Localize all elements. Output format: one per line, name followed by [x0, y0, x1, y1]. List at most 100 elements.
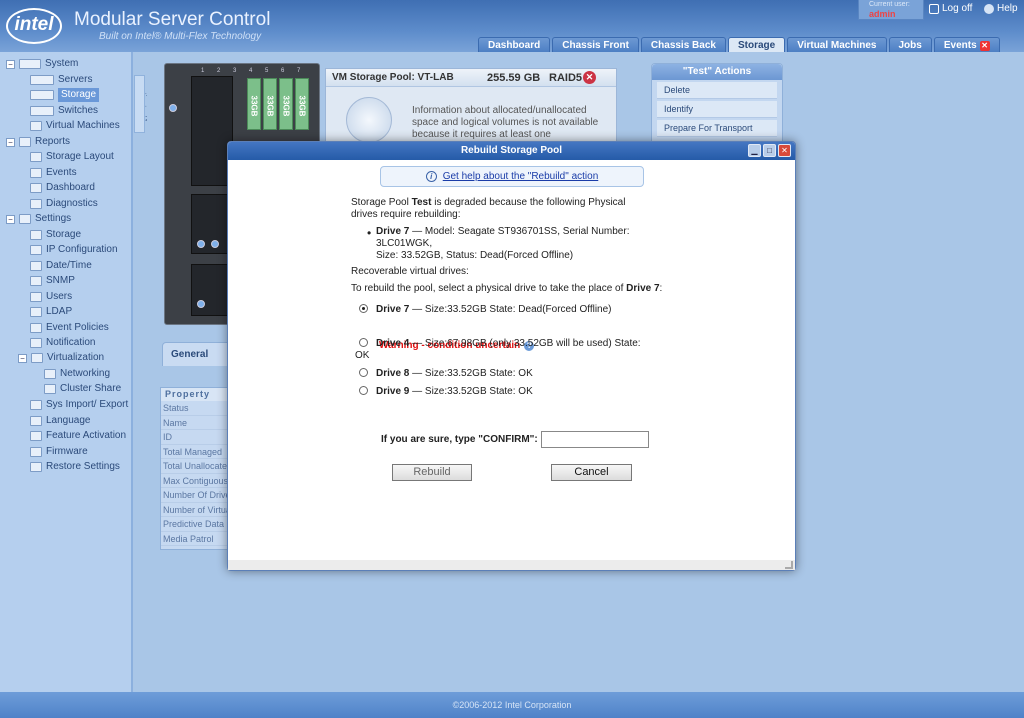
drive-4-radio[interactable]: [359, 338, 368, 347]
networking-icon: [44, 369, 56, 379]
sidebar-item-notification[interactable]: Notification: [30, 336, 95, 350]
drive-slot[interactable]: 33GB: [279, 78, 293, 130]
recoverable-text: Recoverable virtual drives:: [351, 266, 469, 277]
sidebar-item-events[interactable]: Events: [30, 166, 77, 180]
maximize-icon[interactable]: □: [763, 144, 776, 157]
sidebar-item-cluster-share[interactable]: Cluster Share: [44, 382, 121, 396]
bullet: •: [367, 226, 372, 240]
system-icon: [19, 59, 41, 69]
sidebar-item-ip-configuration[interactable]: IP Configuration: [30, 243, 118, 257]
table-row: Total Unallocated: [161, 459, 229, 474]
option-details: — Size:33.52GB State: OK: [409, 368, 533, 379]
sidebar-item-firmware[interactable]: Firmware: [30, 445, 88, 459]
tab-virtual-machines[interactable]: Virtual Machines: [787, 37, 887, 52]
intro-pool-name: Test: [411, 197, 432, 208]
help-link[interactable]: Help: [984, 3, 1018, 14]
logoff-link[interactable]: Log off: [929, 3, 972, 14]
drive-9-radio[interactable]: [359, 386, 368, 395]
drive-7-option: Drive 7 — Size:33.52GB State: Dead(Force…: [376, 304, 612, 316]
drive-7-radio[interactable]: [359, 304, 368, 313]
sidebar-item-storage[interactable]: Storage: [30, 88, 100, 102]
pool-graphic: [346, 97, 392, 143]
actions-title: "Test" Actions: [652, 64, 782, 80]
properties-table: Property Status Name ID Total Managed To…: [160, 387, 230, 550]
sidebar-item-dashboard[interactable]: Dashboard: [30, 181, 95, 195]
help-label: Help: [997, 3, 1018, 14]
rebuild-button[interactable]: Rebuild: [392, 464, 472, 481]
identify-action[interactable]: Identify: [657, 101, 777, 118]
rebuild-help-link[interactable]: Get help about the "Rebuild" action: [443, 171, 599, 182]
sidebar-item-switches[interactable]: Switches: [30, 104, 98, 118]
degraded-drive-details: — Model: Seagate ST936701SS, Serial Numb…: [376, 226, 630, 249]
sidebar-item-restore-settings[interactable]: Restore Settings: [30, 460, 120, 474]
collapse-icon[interactable]: −: [18, 353, 27, 363]
dialog-footer: [228, 560, 795, 570]
tab-chassis-back[interactable]: Chassis Back: [640, 37, 726, 52]
option-drive-name: Drive 4: [376, 338, 410, 349]
tab-storage[interactable]: Storage: [727, 37, 786, 52]
drive-8-option: Drive 8 — Size:33.52GB State: OK: [376, 368, 533, 380]
tab-dashboard[interactable]: Dashboard: [478, 37, 551, 52]
navigation-collapse-handle[interactable]: [134, 75, 145, 133]
drive-slot[interactable]: 33GB: [247, 78, 261, 130]
drive-slot-label: 33GB: [249, 95, 259, 117]
help-icon: [984, 3, 994, 14]
storage-layout-icon: [30, 152, 42, 162]
drive-slot[interactable]: 33GB: [295, 78, 309, 130]
tab-jobs[interactable]: Jobs: [888, 37, 932, 52]
sidebar-item-servers[interactable]: Servers: [30, 73, 92, 87]
sidebar-item-feature-activation[interactable]: Feature Activation: [30, 429, 126, 443]
cancel-button[interactable]: Cancel: [551, 464, 632, 481]
tab-general[interactable]: General: [162, 342, 232, 366]
sidebar-item-snmp[interactable]: SNMP: [30, 274, 75, 288]
sidebar-item-system[interactable]: − System: [6, 57, 78, 71]
page-footer: ©2006-2012 Intel Corporation: [0, 692, 1024, 718]
close-icon[interactable]: ✕: [583, 71, 596, 84]
resize-grip-icon[interactable]: [785, 561, 793, 569]
drive-9-option: Drive 9 — Size:33.52GB State: OK: [376, 386, 533, 398]
collapse-icon[interactable]: −: [6, 59, 15, 69]
sidebar-item-virtualization[interactable]: − Virtualization: [18, 351, 104, 365]
sidebar-item-settings-storage[interactable]: Storage: [30, 228, 81, 242]
option-drive-name: Drive 7: [376, 304, 410, 315]
sidebar-item-storage-layout[interactable]: Storage Layout: [30, 150, 114, 164]
table-row: Number Of Drives: [161, 488, 229, 503]
table-row: Total Managed: [161, 445, 229, 459]
option-details: — Size:67.98GB (only 33.52GB will be use…: [409, 338, 641, 349]
feature-activation-icon: [30, 431, 42, 441]
sidebar-item-networking[interactable]: Networking: [44, 367, 110, 381]
sidebar-item-diagnostics[interactable]: Diagnostics: [30, 197, 98, 211]
pool-title-bar: VM Storage Pool: VT-LAB 255.59 GB RAID5 …: [326, 69, 616, 87]
drive-slot-label: 33GB: [297, 95, 307, 117]
sidebar-item-reports[interactable]: − Reports: [6, 135, 70, 149]
select-post: :: [659, 283, 663, 294]
collapse-icon[interactable]: −: [6, 137, 15, 147]
sidebar-item-event-policies[interactable]: Event Policies: [30, 321, 109, 335]
sidebar-item-virtual-machines[interactable]: Virtual Machines: [30, 119, 120, 133]
gear-icon: [19, 214, 31, 224]
logoff-label: Log off: [942, 3, 973, 14]
slot-number: 6: [281, 68, 285, 74]
slot-number: 5: [265, 68, 269, 74]
sidebar-item-date-time[interactable]: Date/Time: [30, 259, 92, 273]
app-title: Modular Server Control: [74, 9, 271, 30]
close-icon[interactable]: ✕: [778, 144, 791, 157]
tab-events[interactable]: Events ✕: [933, 37, 1000, 52]
tab-chassis-front[interactable]: Chassis Front: [552, 37, 639, 52]
sidebar-item-settings[interactable]: − Settings: [6, 212, 71, 226]
collapse-icon[interactable]: −: [6, 214, 15, 224]
sidebar-item-users[interactable]: Users: [30, 290, 72, 304]
sidebar-item-sys-import-export[interactable]: Sys Import/ Export: [30, 398, 128, 412]
confirm-input[interactable]: [541, 431, 649, 448]
drive-8-radio[interactable]: [359, 368, 368, 377]
minimize-icon[interactable]: ▁: [748, 144, 761, 157]
sidebar-item-language[interactable]: Language: [30, 414, 91, 428]
dialog-titlebar[interactable]: Rebuild Storage Pool ▁ □ ✕: [228, 142, 795, 160]
dialog-body: i Get help about the "Rebuild" action St…: [228, 160, 795, 562]
events-icon: [30, 168, 42, 178]
sidebar-item-ldap[interactable]: LDAP: [30, 305, 72, 319]
prepare-transport-action[interactable]: Prepare For Transport: [657, 120, 777, 137]
table-row: Media Patrol: [161, 532, 229, 546]
delete-action[interactable]: Delete: [657, 82, 777, 99]
drive-slot[interactable]: 33GB: [263, 78, 277, 130]
